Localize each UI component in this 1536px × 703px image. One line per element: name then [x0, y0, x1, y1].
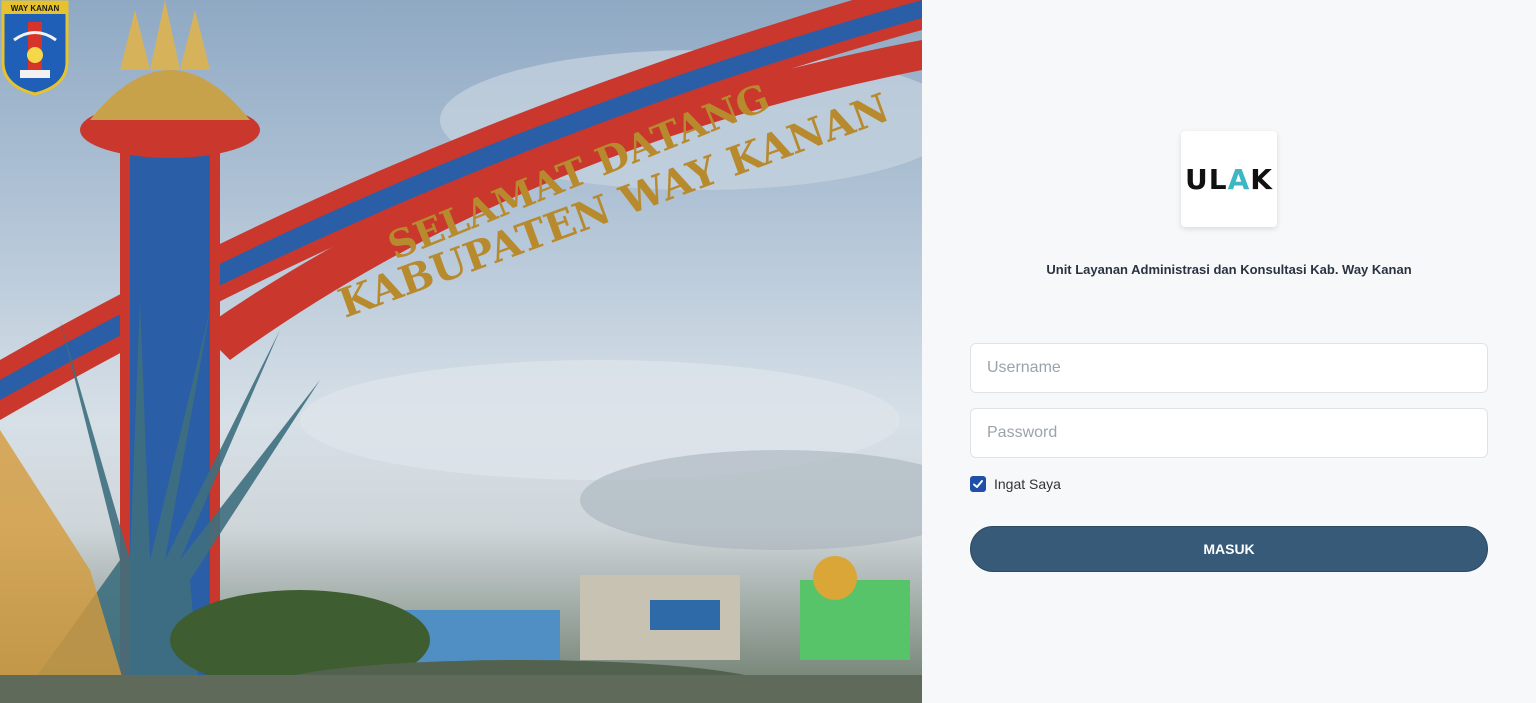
app-subtitle: Unit Layanan Administrasi dan Konsultasi…: [1046, 262, 1412, 277]
password-input[interactable]: [970, 408, 1488, 458]
logo-text-part2: K: [1250, 162, 1273, 196]
checkmark-icon: [973, 480, 983, 488]
remember-checkbox[interactable]: [970, 476, 986, 492]
emblem-label: WAY KANAN: [11, 4, 60, 13]
remember-me[interactable]: Ingat Saya: [970, 476, 1061, 492]
logo-text-part1: UL: [1185, 162, 1228, 196]
hero-image: SELAMAT DATANG KABUPATEN WAY KANAN WAY K…: [0, 0, 922, 703]
welcome-gate-illustration: SELAMAT DATANG KABUPATEN WAY KANAN: [0, 0, 922, 703]
way-kanan-emblem-icon: WAY KANAN: [1, 0, 69, 96]
login-panel: UL A K Unit Layanan Administrasi dan Konsu…: [922, 0, 1536, 703]
username-input[interactable]: [970, 343, 1488, 393]
remember-label: Ingat Saya: [994, 476, 1061, 492]
login-button[interactable]: MASUK: [970, 526, 1488, 572]
logo-text-accent: A: [1227, 162, 1251, 196]
ulak-logo: UL A K: [1181, 131, 1277, 227]
